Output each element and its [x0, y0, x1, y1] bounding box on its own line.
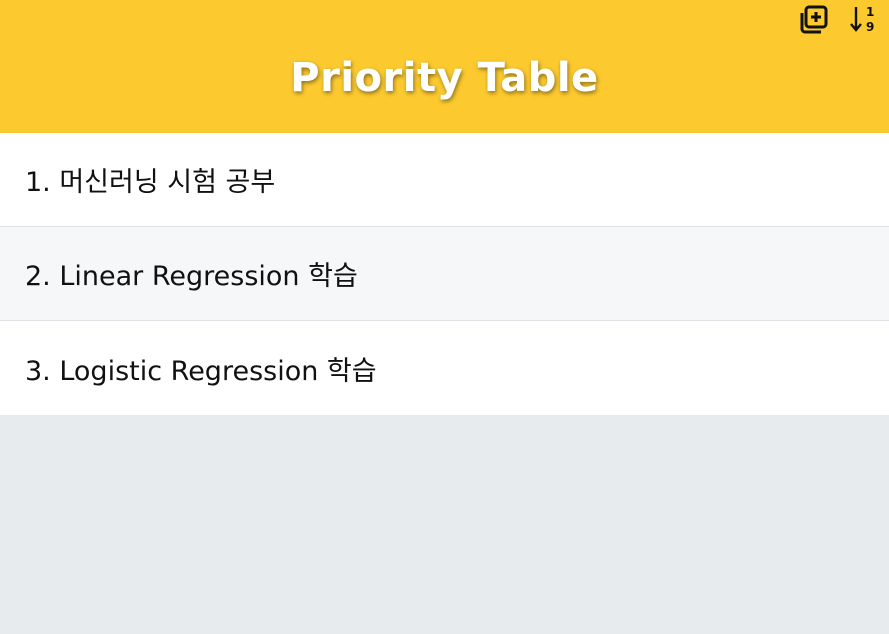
sort-button[interactable]: 1 9 — [849, 4, 881, 36]
toolbar: 1 9 — [797, 4, 881, 36]
list-item[interactable]: 2. Linear Regression 학습 — [0, 227, 889, 321]
list-item-text: 3. Logistic Regression 학습 — [25, 355, 377, 387]
list-item-text: 2. Linear Regression 학습 — [25, 261, 358, 292]
list-item[interactable]: 3. Logistic Regression 학습 — [0, 321, 889, 415]
sort-digit-bottom: 9 — [866, 20, 874, 34]
app-header: 1 9 Priority Table — [0, 0, 889, 133]
sort-digit-top: 1 — [866, 5, 874, 19]
priority-list: 1. 머신러닝 시험 공부 2. Linear Regression 학습 3.… — [0, 133, 889, 415]
list-item[interactable]: 1. 머신러닝 시험 공부 — [0, 133, 889, 227]
page-title: Priority Table — [290, 55, 599, 101]
add-copy-icon — [800, 5, 828, 34]
sort-numeric-down-icon: 1 9 — [850, 5, 874, 34]
add-item-button[interactable] — [797, 4, 829, 36]
list-item-text: 1. 머신러닝 시험 공부 — [25, 167, 276, 198]
